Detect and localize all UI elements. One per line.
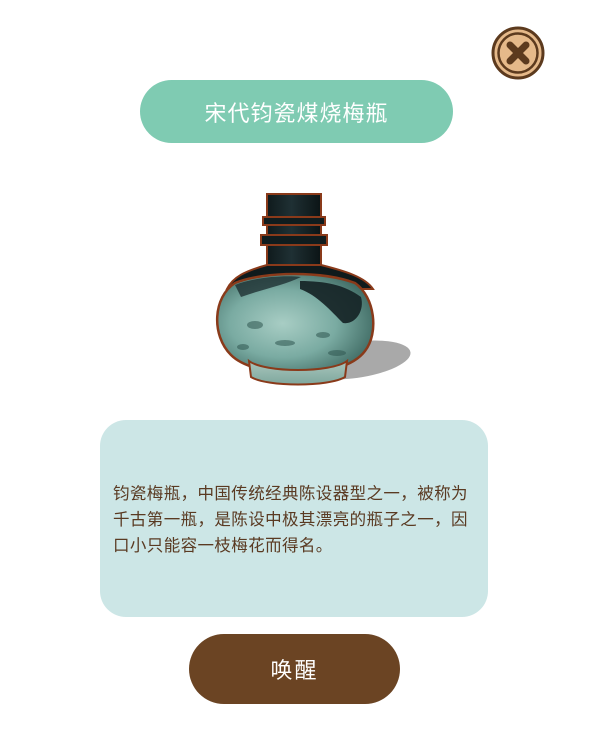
vase-image: [216, 193, 411, 386]
artifact-description: 钧瓷梅瓶，中国传统经典陈设器型之一，被称为千古第一瓶，是陈设中极其漂亮的瓶子之一…: [113, 483, 468, 555]
close-icon: [491, 26, 545, 80]
close-button[interactable]: [491, 26, 545, 80]
description-card: 钧瓷梅瓶，中国传统经典陈设器型之一，被称为千古第一瓶，是陈设中极其漂亮的瓶子之一…: [100, 420, 488, 617]
artifact-title: 宋代钧瓷煤烧梅瓶: [140, 80, 453, 143]
awaken-button[interactable]: 唤醒: [189, 634, 400, 704]
